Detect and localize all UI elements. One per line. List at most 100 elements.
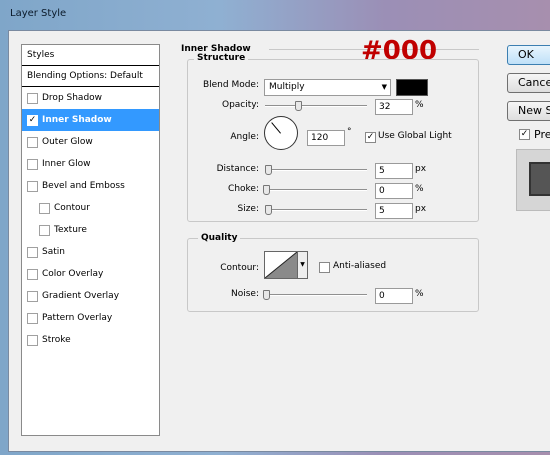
check-icon: ✓ — [28, 115, 37, 125]
preview-swatch — [529, 162, 550, 196]
use-global-light-checkbox[interactable]: ✓ — [365, 132, 376, 143]
style-item-label: Pattern Overlay — [42, 313, 113, 323]
quality-title: Quality — [198, 233, 241, 243]
blend-mode-value: Multiply — [269, 82, 305, 92]
style-item-label: Outer Glow — [42, 137, 93, 147]
style-item[interactable]: Drop Shadow — [22, 87, 159, 109]
style-checkbox[interactable] — [27, 291, 38, 302]
style-item-label: Stroke — [42, 335, 71, 345]
size-slider-track[interactable] — [265, 209, 367, 211]
contour-dropdown[interactable]: ▼ — [297, 251, 308, 279]
distance-unit: px — [415, 164, 427, 174]
noise-slider-thumb[interactable] — [263, 290, 270, 300]
style-checkbox[interactable] — [27, 247, 38, 258]
style-checkbox[interactable] — [27, 137, 38, 148]
preview-thumbnail — [516, 149, 550, 211]
check-icon: ✓ — [520, 129, 529, 139]
style-item[interactable]: Stroke — [22, 329, 159, 351]
style-checkbox[interactable] — [27, 93, 38, 104]
distance-slider-track[interactable] — [265, 169, 367, 171]
style-item-label: Contour — [54, 203, 90, 213]
angle-label: Angle: — [230, 132, 259, 142]
style-checkbox[interactable]: ✓ — [27, 115, 38, 126]
size-slider-thumb[interactable] — [265, 205, 272, 215]
cancel-button[interactable]: Cancel — [507, 73, 550, 93]
anti-aliased-label: Anti-aliased — [333, 261, 387, 271]
blend-mode-label: Blend Mode: — [202, 80, 259, 90]
style-item-label: Gradient Overlay — [42, 291, 120, 301]
style-item[interactable]: Texture — [22, 219, 159, 241]
contour-thumbnail[interactable] — [264, 251, 298, 279]
title-bar[interactable]: Layer Style — [0, 0, 550, 30]
opacity-slider-thumb[interactable] — [295, 101, 302, 111]
distance-slider-thumb[interactable] — [265, 165, 272, 175]
opacity-input[interactable]: 32 — [375, 99, 413, 115]
choke-label: Choke: — [228, 184, 259, 194]
style-checkbox[interactable] — [27, 159, 38, 170]
noise-slider-track[interactable] — [265, 294, 367, 296]
ok-button[interactable]: OK — [507, 45, 550, 65]
noise-label: Noise: — [231, 289, 259, 299]
chevron-down-icon: ▼ — [381, 83, 387, 91]
size-unit: px — [415, 204, 427, 214]
noise-unit: % — [415, 289, 424, 299]
dialog-body: Styles Blending Options: Default Drop Sh… — [8, 30, 550, 452]
use-global-light-label: Use Global Light — [378, 131, 452, 141]
choke-unit: % — [415, 184, 424, 194]
opacity-slider-track[interactable] — [265, 105, 367, 107]
style-checkbox[interactable] — [27, 181, 38, 192]
anti-aliased-checkbox[interactable] — [319, 262, 330, 273]
opacity-label: Opacity: — [222, 100, 259, 110]
style-item[interactable]: ✓ Inner Shadow — [22, 109, 159, 131]
style-item-label: Color Overlay — [42, 269, 104, 279]
blend-mode-select[interactable]: Multiply ▼ — [264, 79, 391, 96]
style-item[interactable]: Contour — [22, 197, 159, 219]
noise-input[interactable]: 0 — [375, 288, 413, 304]
style-checkbox[interactable] — [27, 335, 38, 346]
style-item[interactable]: Pattern Overlay — [22, 307, 159, 329]
layer-style-window: Layer Style Styles Blending Options: Def… — [0, 0, 550, 455]
preview-label: Preview — [534, 128, 550, 141]
style-item[interactable]: Bevel and Emboss — [22, 175, 159, 197]
styles-list: Styles Blending Options: Default Drop Sh… — [21, 44, 160, 436]
style-item[interactable]: Color Overlay — [22, 263, 159, 285]
choke-slider-thumb[interactable] — [263, 185, 270, 195]
angle-dial[interactable] — [264, 116, 298, 150]
styles-header[interactable]: Styles — [22, 45, 159, 66]
blending-options-item[interactable]: Blending Options: Default — [22, 66, 159, 87]
style-item-label: Drop Shadow — [42, 93, 103, 103]
style-checkbox[interactable] — [27, 269, 38, 280]
style-items: Drop Shadow ✓ Inner Shadow Outer Glow Inner … — [22, 87, 159, 351]
style-checkbox[interactable] — [39, 203, 50, 214]
distance-input[interactable]: 5 — [375, 163, 413, 179]
size-label: Size: — [237, 204, 259, 214]
contour-curve-icon — [265, 252, 297, 278]
new-style-button[interactable]: New Style... — [507, 101, 550, 121]
style-checkbox[interactable] — [27, 313, 38, 324]
quality-group — [187, 238, 479, 312]
style-item-label: Inner Glow — [42, 159, 91, 169]
chevron-down-icon: ▼ — [300, 261, 305, 268]
structure-title: Structure — [194, 53, 249, 63]
shadow-color-swatch[interactable] — [396, 79, 428, 96]
style-item-label: Satin — [42, 247, 65, 257]
contour-label: Contour: — [220, 263, 259, 273]
style-item-label: Inner Shadow — [42, 115, 112, 125]
style-item[interactable]: Outer Glow — [22, 131, 159, 153]
style-checkbox[interactable] — [39, 225, 50, 236]
preview-checkbox[interactable]: ✓ — [519, 129, 530, 140]
check-icon: ✓ — [366, 132, 375, 142]
style-item[interactable]: Gradient Overlay — [22, 285, 159, 307]
size-input[interactable]: 5 — [375, 203, 413, 219]
style-item-label: Bevel and Emboss — [42, 181, 125, 191]
distance-label: Distance: — [216, 164, 259, 174]
window-title: Layer Style — [10, 8, 67, 19]
opacity-unit: % — [415, 100, 424, 110]
style-item-label: Texture — [54, 225, 87, 235]
angle-dial-hand — [271, 122, 281, 134]
choke-slider-track[interactable] — [265, 189, 367, 191]
choke-input[interactable]: 0 — [375, 183, 413, 199]
angle-input[interactable]: 120 — [307, 130, 345, 146]
style-item[interactable]: Inner Glow — [22, 153, 159, 175]
style-item[interactable]: Satin — [22, 241, 159, 263]
